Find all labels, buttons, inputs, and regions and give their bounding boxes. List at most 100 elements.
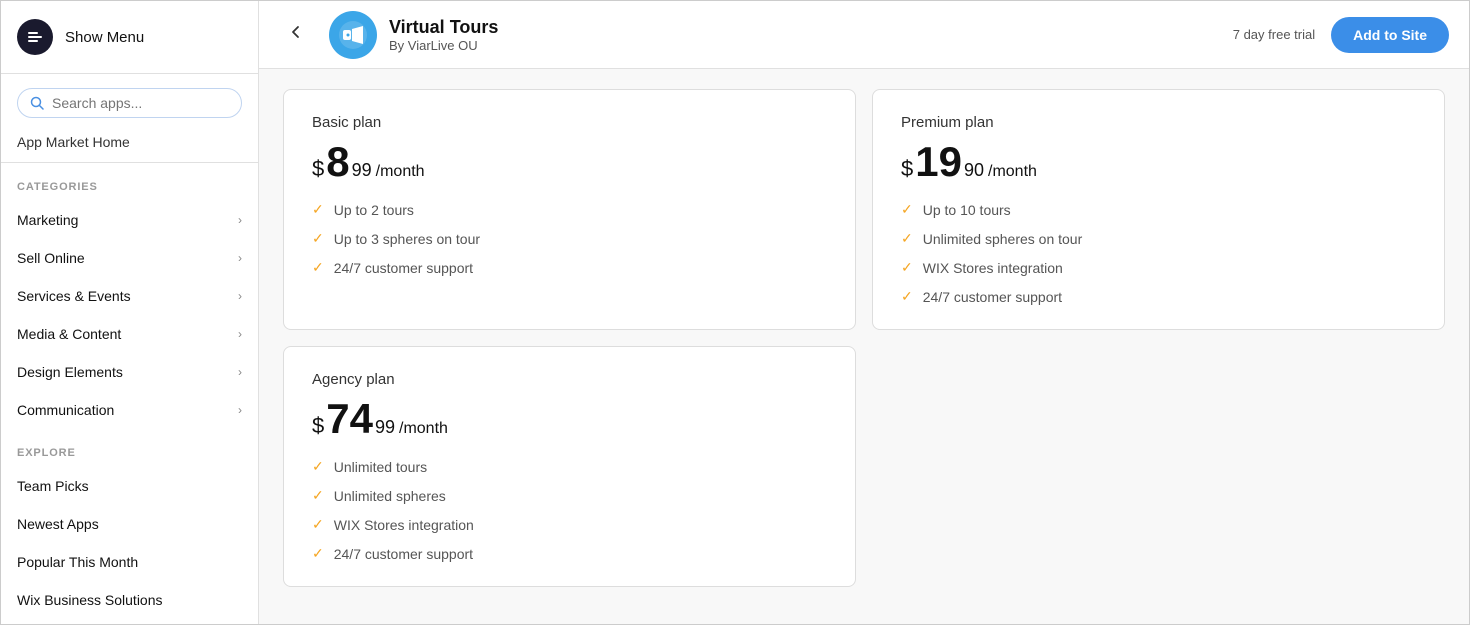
show-menu-button[interactable]: Show Menu <box>1 1 258 74</box>
agency-feature-4-text: 24/7 customer support <box>334 546 473 562</box>
agency-feature-1: ✓ Unlimited tours <box>312 458 827 475</box>
communication-label: Communication <box>17 402 114 418</box>
sidebar-item-popular-this-month[interactable]: Popular This Month <box>1 543 258 581</box>
basic-plan-features: ✓ Up to 2 tours ✓ Up to 3 spheres on tou… <box>312 201 827 276</box>
app-market-home-link[interactable]: App Market Home <box>1 126 258 162</box>
basic-price-period: /month <box>376 163 425 181</box>
app-title: Virtual Tours <box>389 17 1233 38</box>
check-icon: ✓ <box>901 288 913 305</box>
design-elements-chevron-icon: › <box>238 365 242 379</box>
sidebar-item-communication[interactable]: Communication › <box>1 391 258 429</box>
check-icon: ✓ <box>312 487 324 504</box>
marketing-chevron-icon: › <box>238 213 242 227</box>
agency-plan-price: $ 74 99 /month <box>312 398 827 440</box>
premium-plan-price: $ 19 90 /month <box>901 141 1416 183</box>
sidebar-item-newest-apps[interactable]: Newest Apps <box>1 505 258 543</box>
add-to-site-button[interactable]: Add to Site <box>1331 17 1449 53</box>
media-content-label: Media & Content <box>17 326 121 342</box>
premium-feature-3-text: WIX Stores integration <box>923 260 1063 276</box>
sidebar-nav: CATEGORIES Marketing › Sell Online › Ser… <box>1 163 258 624</box>
premium-feature-2: ✓ Unlimited spheres on tour <box>901 230 1416 247</box>
sidebar-item-wix-business-solutions[interactable]: Wix Business Solutions <box>1 581 258 619</box>
services-events-chevron-icon: › <box>238 289 242 303</box>
sidebar: Show Menu App Market Home CATEGORIES Mar… <box>1 1 259 624</box>
plans-area: Basic plan $ 8 99 /month ✓ Up to 2 tours <box>259 69 1469 624</box>
premium-price-cents: 90 <box>964 161 984 179</box>
premium-feature-4-text: 24/7 customer support <box>923 289 1062 305</box>
check-icon: ✓ <box>312 230 324 247</box>
basic-plan-name: Basic plan <box>312 114 827 131</box>
premium-feature-1-text: Up to 10 tours <box>923 202 1011 218</box>
categories-label: CATEGORIES <box>1 163 258 201</box>
back-button[interactable] <box>279 19 313 50</box>
show-menu-label: Show Menu <box>65 29 144 46</box>
agency-price-amount: 74 <box>326 398 373 440</box>
basic-price-cents: 99 <box>352 161 372 179</box>
sidebar-item-team-picks[interactable]: Team Picks <box>1 467 258 505</box>
services-events-label: Services & Events <box>17 288 131 304</box>
check-icon: ✓ <box>312 201 324 218</box>
check-icon: ✓ <box>312 516 324 533</box>
premium-feature-1: ✓ Up to 10 tours <box>901 201 1416 218</box>
basic-feature-2-text: Up to 3 spheres on tour <box>334 231 480 247</box>
premium-feature-2-text: Unlimited spheres on tour <box>923 231 1083 247</box>
app-info: Virtual Tours By ViarLive OU <box>389 17 1233 53</box>
agency-feature-2: ✓ Unlimited spheres <box>312 487 827 504</box>
agency-feature-2-text: Unlimited spheres <box>334 488 446 504</box>
premium-feature-4: ✓ 24/7 customer support <box>901 288 1416 305</box>
search-box[interactable] <box>17 88 242 118</box>
sidebar-item-marketing[interactable]: Marketing › <box>1 201 258 239</box>
basic-plan-price: $ 8 99 /month <box>312 141 827 183</box>
check-icon: ✓ <box>312 545 324 562</box>
free-trial-text: 7 day free trial <box>1233 27 1315 42</box>
agency-feature-3-text: WIX Stores integration <box>334 517 474 533</box>
app-subtitle: By ViarLive OU <box>389 38 1233 53</box>
marketing-label: Marketing <box>17 212 78 228</box>
premium-price-dollar: $ <box>901 156 913 182</box>
basic-feature-1-text: Up to 2 tours <box>334 202 414 218</box>
explore-label: EXPLORE <box>1 429 258 467</box>
header-right: 7 day free trial Add to Site <box>1233 17 1449 53</box>
sidebar-item-media-content[interactable]: Media & Content › <box>1 315 258 353</box>
sell-online-label: Sell Online <box>17 250 85 266</box>
sell-online-chevron-icon: › <box>238 251 242 265</box>
sidebar-item-design-elements[interactable]: Design Elements › <box>1 353 258 391</box>
agency-plan-features: ✓ Unlimited tours ✓ Unlimited spheres ✓ … <box>312 458 827 562</box>
basic-price-dollar: $ <box>312 156 324 182</box>
app-container: Show Menu App Market Home CATEGORIES Mar… <box>1 1 1469 624</box>
agency-feature-1-text: Unlimited tours <box>334 459 427 475</box>
check-icon: ✓ <box>901 230 913 247</box>
agency-feature-3: ✓ WIX Stores integration <box>312 516 827 533</box>
agency-price-cents: 99 <box>375 418 395 436</box>
basic-price-amount: 8 <box>326 141 349 183</box>
show-menu-icon <box>17 19 53 55</box>
main-content: Virtual Tours By ViarLive OU 7 day free … <box>259 1 1469 624</box>
agency-plan-name: Agency plan <box>312 371 827 388</box>
basic-feature-2: ✓ Up to 3 spheres on tour <box>312 230 827 247</box>
basic-feature-1: ✓ Up to 2 tours <box>312 201 827 218</box>
check-icon: ✓ <box>312 259 324 276</box>
plans-top-row: Basic plan $ 8 99 /month ✓ Up to 2 tours <box>283 89 1445 330</box>
search-input[interactable] <box>52 95 229 111</box>
communication-chevron-icon: › <box>238 403 242 417</box>
media-content-chevron-icon: › <box>238 327 242 341</box>
agency-feature-4: ✓ 24/7 customer support <box>312 545 827 562</box>
plan-card-premium: Premium plan $ 19 90 /month ✓ Up to 10 t… <box>872 89 1445 330</box>
check-icon: ✓ <box>901 201 913 218</box>
sidebar-item-sell-online[interactable]: Sell Online › <box>1 239 258 277</box>
sidebar-item-services-events[interactable]: Services & Events › <box>1 277 258 315</box>
plan-card-basic: Basic plan $ 8 99 /month ✓ Up to 2 tours <box>283 89 856 330</box>
design-elements-label: Design Elements <box>17 364 123 380</box>
plan-card-agency: Agency plan $ 74 99 /month ✓ Unlimited t… <box>283 346 856 587</box>
check-icon: ✓ <box>312 458 324 475</box>
search-section <box>1 74 258 126</box>
premium-plan-features: ✓ Up to 10 tours ✓ Unlimited spheres on … <box>901 201 1416 305</box>
basic-feature-3: ✓ 24/7 customer support <box>312 259 827 276</box>
agency-price-dollar: $ <box>312 413 324 439</box>
app-header: Virtual Tours By ViarLive OU 7 day free … <box>259 1 1469 69</box>
agency-price-period: /month <box>399 420 448 438</box>
basic-feature-3-text: 24/7 customer support <box>334 260 473 276</box>
premium-feature-3: ✓ WIX Stores integration <box>901 259 1416 276</box>
premium-plan-name: Premium plan <box>901 114 1416 131</box>
check-icon: ✓ <box>901 259 913 276</box>
